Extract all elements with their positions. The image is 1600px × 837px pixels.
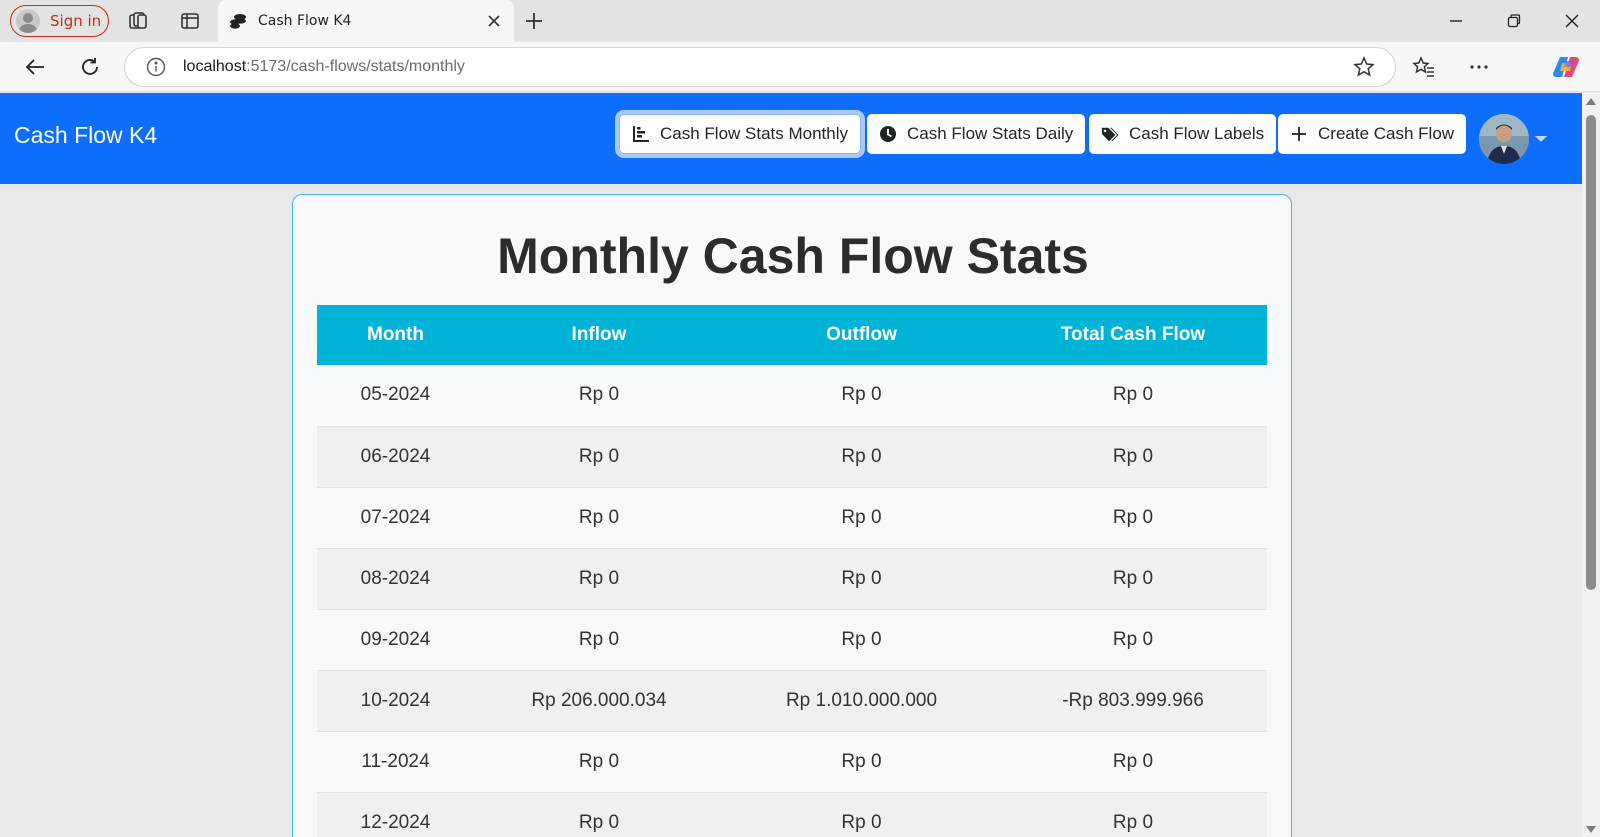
nav-label: Create Cash Flow	[1318, 124, 1455, 143]
back-icon[interactable]	[21, 53, 49, 81]
browser-tabstrip: Sign in Cash Flow K4	[0, 0, 1600, 42]
cell-total: -Rp 803.999.966	[999, 670, 1267, 732]
cell-outflow: Rp 0	[724, 365, 999, 427]
favorite-star-icon[interactable]	[1351, 54, 1377, 80]
browser-tab-active[interactable]: Cash Flow K4	[218, 0, 514, 42]
close-tab-icon[interactable]	[482, 9, 506, 33]
profile-icon	[16, 9, 40, 33]
refresh-icon[interactable]	[76, 53, 104, 81]
cell-total: Rp 0	[999, 609, 1267, 671]
cell-month: 07-2024	[317, 487, 474, 549]
page-scrollbar[interactable]	[1582, 93, 1600, 837]
app-brand[interactable]: Cash Flow K4	[14, 122, 157, 149]
table-row: 10-2024 Rp 206.000.034 Rp 1.010.000.000 …	[317, 670, 1267, 732]
nav-label: Cash Flow Stats Monthly	[660, 124, 849, 143]
cash-flow-stats-monthly-button[interactable]: Cash Flow Stats Monthly	[619, 114, 862, 154]
table-row: 12-2024 Rp 0 Rp 0 Rp 0	[317, 792, 1267, 837]
favorites-icon[interactable]	[1410, 53, 1438, 81]
cell-month: 09-2024	[317, 609, 474, 671]
column-header-outflow: Outflow	[826, 324, 897, 345]
address-bar[interactable]: localhost:5173/cash-flows/stats/monthly	[124, 47, 1396, 87]
bar-chart-icon	[632, 125, 650, 143]
cell-month: 10-2024	[317, 670, 474, 732]
cell-total: Rp 0	[999, 487, 1267, 549]
more-options-icon[interactable]	[1465, 53, 1493, 81]
cell-total: Rp 0	[999, 792, 1267, 837]
cell-total: Rp 0	[999, 548, 1267, 610]
column-header-month: Month	[367, 324, 424, 345]
close-window-icon[interactable]	[1552, 7, 1592, 35]
cell-month: 12-2024	[317, 792, 474, 837]
cell-outflow: Rp 1.010.000.000	[724, 670, 999, 732]
scroll-up-icon[interactable]	[1586, 98, 1596, 105]
table-header-row: Month Inflow Outflow Total Cash Flow	[317, 305, 1267, 365]
cell-inflow: Rp 0	[474, 731, 724, 793]
cell-outflow: Rp 0	[724, 487, 999, 549]
column-header-total: Total Cash Flow	[1060, 324, 1206, 345]
cell-outflow: Rp 0	[724, 426, 999, 488]
cell-outflow: Rp 0	[724, 609, 999, 671]
new-tab-icon[interactable]	[522, 9, 546, 33]
nav-label: Cash Flow Stats Daily	[907, 124, 1074, 143]
url-text: localhost:5173/cash-flows/stats/monthly	[183, 58, 1351, 76]
plus-icon	[1290, 125, 1308, 143]
cell-inflow: Rp 0	[474, 548, 724, 610]
browser-toolbar: localhost:5173/cash-flows/stats/monthly	[0, 42, 1600, 92]
cell-inflow: Rp 0	[474, 365, 724, 427]
collections-icon[interactable]	[126, 9, 150, 33]
scrollbar-thumb[interactable]	[1586, 115, 1596, 590]
cell-outflow: Rp 0	[724, 792, 999, 837]
chevron-down-icon[interactable]	[1535, 136, 1547, 142]
scroll-down-icon[interactable]	[1586, 826, 1596, 833]
cash-flow-labels-button[interactable]: Cash Flow Labels	[1089, 114, 1277, 154]
cell-month: 06-2024	[317, 426, 474, 488]
table-row: 09-2024 Rp 0 Rp 0 Rp 0	[317, 609, 1267, 671]
clock-icon	[879, 125, 897, 143]
copilot-icon[interactable]	[1552, 53, 1580, 81]
table-row: 07-2024 Rp 0 Rp 0 Rp 0	[317, 487, 1267, 549]
sign-in-label: Sign in	[50, 12, 102, 30]
tab-title: Cash Flow K4	[258, 13, 352, 29]
restore-icon[interactable]	[1494, 7, 1534, 35]
cell-month: 05-2024	[317, 365, 474, 427]
cell-inflow: Rp 0	[474, 609, 724, 671]
cell-outflow: Rp 0	[724, 548, 999, 610]
coins-favicon-icon	[228, 11, 248, 31]
cell-inflow: Rp 0	[474, 487, 724, 549]
cell-total: Rp 0	[999, 365, 1267, 427]
table-row: 11-2024 Rp 0 Rp 0 Rp 0	[317, 731, 1267, 793]
cell-total: Rp 0	[999, 731, 1267, 793]
cell-month: 11-2024	[317, 731, 474, 793]
table-row: 05-2024 Rp 0 Rp 0 Rp 0	[317, 365, 1267, 427]
table-row: 08-2024 Rp 0 Rp 0 Rp 0	[317, 548, 1267, 610]
monthly-stats-table: Month Inflow Outflow Total Cash Flow 05-…	[317, 305, 1267, 837]
user-avatar[interactable]	[1479, 114, 1529, 164]
cash-flow-stats-daily-button[interactable]: Cash Flow Stats Daily	[867, 114, 1086, 154]
cell-outflow: Rp 0	[724, 731, 999, 793]
cell-inflow: Rp 0	[474, 792, 724, 837]
column-header-inflow: Inflow	[571, 324, 627, 345]
page-title: Monthly Cash Flow Stats	[497, 228, 1089, 284]
vertical-tabs-icon[interactable]	[178, 9, 202, 33]
nav-label: Cash Flow Labels	[1129, 124, 1265, 143]
create-cash-flow-button[interactable]: Create Cash Flow	[1278, 114, 1467, 154]
site-info-icon[interactable]	[145, 56, 167, 78]
sign-in-button[interactable]: Sign in	[10, 5, 109, 37]
cell-month: 08-2024	[317, 548, 474, 610]
cell-inflow: Rp 0	[474, 426, 724, 488]
cell-inflow: Rp 206.000.034	[474, 670, 724, 732]
tags-icon	[1101, 125, 1119, 143]
minimize-icon[interactable]	[1436, 7, 1476, 35]
app-navbar: Cash Flow K4 Cash Flow Stats Monthly Cas…	[0, 93, 1582, 184]
table-row: 06-2024 Rp 0 Rp 0 Rp 0	[317, 426, 1267, 488]
url-path: :5173/cash-flows/stats/monthly	[246, 58, 465, 75]
url-host: localhost	[183, 58, 247, 75]
stats-card: Monthly Cash Flow Stats Month Inflow Out…	[292, 194, 1292, 837]
cell-total: Rp 0	[999, 426, 1267, 488]
